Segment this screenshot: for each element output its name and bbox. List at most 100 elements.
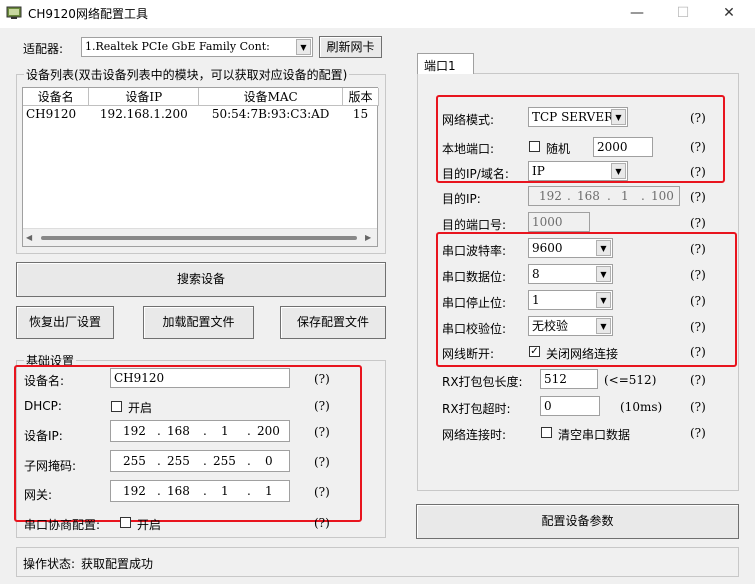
network-mode-value: TCP SERVER: [532, 110, 614, 124]
help-rx-length[interactable]: (?): [690, 373, 706, 387]
cable-disconnect-checkbox[interactable]: ✓: [529, 346, 540, 357]
help-baud-rate[interactable]: (?): [690, 242, 706, 256]
row-mac: 50:54:7B:93:C3:AD: [211, 107, 330, 121]
help-target-type[interactable]: (?): [690, 165, 706, 179]
dhcp-checkbox[interactable]: [111, 401, 122, 412]
gateway-label: 网关:: [24, 488, 53, 502]
help-device-ip[interactable]: (?): [314, 425, 330, 439]
baud-rate-select[interactable]: 9600 ▼: [528, 238, 613, 258]
ip-octet: 168: [167, 424, 190, 438]
refresh-adapter-button[interactable]: 刷新网卡: [319, 36, 382, 58]
dest-ip-octet: 168: [577, 189, 600, 203]
baud-rate-value: 9600: [532, 241, 563, 255]
subnet-mask-label: 子网掩码:: [24, 459, 77, 473]
device-name-label: 设备名:: [24, 374, 65, 388]
network-mode-select[interactable]: TCP SERVER ▼: [528, 107, 628, 127]
rx-timeout-input[interactable]: 0: [540, 396, 600, 416]
serial-negotiation-checkbox-label: 开启: [137, 518, 162, 532]
help-device-name[interactable]: (?): [314, 372, 330, 386]
load-config-button[interactable]: 加载配置文件: [143, 306, 254, 339]
help-dest-port[interactable]: (?): [690, 216, 706, 230]
column-header-version[interactable]: 版本: [342, 88, 379, 106]
help-cable-disconnect[interactable]: (?): [690, 345, 706, 359]
status-label: 操作状态:: [23, 557, 76, 571]
chevron-down-icon: ▼: [596, 292, 611, 308]
dest-ip-octet: 192: [539, 189, 562, 203]
status-value: 获取配置成功: [81, 557, 154, 571]
maximize-button[interactable]: ☐: [661, 0, 705, 28]
dest-ip-input[interactable]: 192 . 168 . 1 . 100: [528, 186, 680, 206]
column-header-name[interactable]: 设备名: [23, 88, 90, 106]
help-net-connect[interactable]: (?): [690, 426, 706, 440]
rx-length-input[interactable]: 512: [540, 369, 598, 389]
clear-serial-checkbox[interactable]: [541, 427, 552, 438]
help-stop-bits[interactable]: (?): [690, 294, 706, 308]
horizontal-scrollbar[interactable]: ◀ ▶: [23, 228, 377, 246]
apply-config-button[interactable]: 配置设备参数: [416, 504, 739, 539]
help-rx-timeout[interactable]: (?): [690, 400, 706, 414]
help-dhcp[interactable]: (?): [314, 399, 330, 413]
random-port-checkbox[interactable]: [529, 141, 540, 152]
data-bits-select[interactable]: 8 ▼: [528, 264, 613, 284]
help-data-bits[interactable]: (?): [690, 268, 706, 282]
mask-octet: 255: [123, 454, 146, 468]
scroll-left-icon[interactable]: ◀: [26, 233, 32, 242]
local-port-input[interactable]: 2000: [593, 137, 653, 157]
help-gateway[interactable]: (?): [314, 485, 330, 499]
chevron-down-icon: ▼: [596, 318, 611, 334]
stop-bits-select[interactable]: 1 ▼: [528, 290, 613, 310]
device-ip-input[interactable]: 192 . 168 . 1 . 200: [110, 420, 290, 442]
data-bits-value: 8: [532, 267, 540, 281]
dest-port-input[interactable]: 1000: [528, 212, 590, 232]
adapter-label: 适配器:: [23, 42, 64, 56]
gw-octet: 1: [221, 484, 229, 498]
parity-value: 无校验: [532, 319, 569, 333]
device-ip-label: 设备IP:: [24, 429, 63, 443]
target-type-select[interactable]: IP ▼: [528, 161, 628, 181]
chevron-down-icon: ▼: [596, 240, 611, 256]
help-network-mode[interactable]: (?): [690, 111, 706, 125]
column-header-mac[interactable]: 设备MAC: [198, 88, 343, 106]
mask-octet: 255: [213, 454, 236, 468]
status-bar: 操作状态: 获取配置成功: [16, 547, 739, 577]
column-header-ip[interactable]: 设备IP: [88, 88, 200, 106]
tab-port-1[interactable]: 端口1: [417, 53, 474, 74]
help-dest-ip[interactable]: (?): [690, 190, 706, 204]
gw-octet: 168: [167, 484, 190, 498]
network-mode-label: 网络模式:: [442, 113, 495, 127]
gateway-input[interactable]: 192 . 168 . 1 . 1: [110, 480, 290, 502]
target-type-value: IP: [532, 164, 545, 178]
parity-select[interactable]: 无校验 ▼: [528, 316, 613, 336]
rx-timeout-hint: (10ms): [620, 400, 663, 414]
scrollbar-thumb[interactable]: [41, 236, 357, 240]
help-local-port[interactable]: (?): [690, 140, 706, 154]
restore-factory-button[interactable]: 恢复出厂设置: [16, 306, 114, 339]
adapter-select[interactable]: 1.Realtek PCIe GbE Family Cont: ▼: [81, 37, 313, 57]
cable-disconnect-checkbox-label: 关闭网络连接: [546, 347, 619, 361]
device-list[interactable]: 设备名 设备IP 设备MAC 版本 CH9120 192.168.1.200 5…: [22, 87, 379, 247]
dest-ip-label: 目的IP:: [442, 192, 481, 206]
save-config-button[interactable]: 保存配置文件: [280, 306, 386, 339]
help-subnet-mask[interactable]: (?): [314, 455, 330, 469]
subnet-mask-input[interactable]: 255 . 255 . 255 . 0: [110, 450, 290, 472]
close-button[interactable]: ✕: [707, 0, 751, 28]
scroll-right-icon[interactable]: ▶: [365, 233, 371, 242]
cable-disconnect-label: 网线断开:: [442, 347, 495, 361]
net-connect-label: 网络连接时:: [442, 428, 507, 442]
dest-port-label: 目的端口号:: [442, 218, 507, 232]
table-row[interactable]: CH9120 192.168.1.200 50:54:7B:93:C3:AD 1…: [23, 106, 379, 123]
device-name-input[interactable]: CH9120: [110, 368, 290, 388]
row-version: 15: [352, 107, 369, 121]
mask-octet: 0: [265, 454, 273, 468]
search-device-button[interactable]: 搜索设备: [16, 262, 386, 297]
serial-negotiation-checkbox[interactable]: [120, 517, 131, 528]
help-serial-negotiation[interactable]: (?): [314, 516, 330, 530]
help-parity[interactable]: (?): [690, 320, 706, 334]
dest-ip-octet: 1: [621, 189, 629, 203]
stop-bits-label: 串口停止位:: [442, 296, 507, 310]
app-icon: [6, 6, 22, 20]
device-list-title: 设备列表(双击设备列表中的模块，可以获取对应设备的配置): [24, 66, 350, 83]
gw-octet: 192: [123, 484, 146, 498]
chevron-down-icon: ▼: [596, 266, 611, 282]
minimize-button[interactable]: —: [615, 0, 659, 28]
